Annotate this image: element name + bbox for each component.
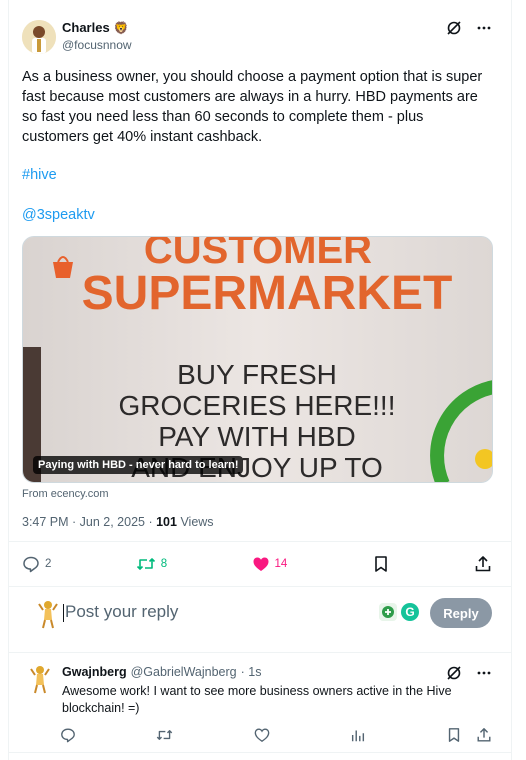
grammarly-icon[interactable]: G xyxy=(400,602,420,622)
bookmark-button[interactable] xyxy=(372,555,390,573)
comment-actions xyxy=(60,726,492,744)
comment-share-button[interactable] xyxy=(476,727,492,743)
reply-input[interactable]: Post your reply xyxy=(63,602,178,622)
post-header-actions xyxy=(446,20,492,36)
repost-button[interactable]: 8 xyxy=(136,555,167,573)
current-user-avatar[interactable] xyxy=(32,598,64,630)
grok-icon[interactable] xyxy=(446,665,462,681)
comment-secondary-actions xyxy=(446,727,492,743)
emoji-extension-icon[interactable] xyxy=(378,602,398,622)
repost-icon xyxy=(136,555,156,573)
post-text: As a business owner, you should choose a… xyxy=(22,69,483,145)
comment-bookmark-button[interactable] xyxy=(446,727,462,743)
author-avatar[interactable] xyxy=(22,20,56,54)
views-count: 101 xyxy=(156,515,177,529)
repost-icon xyxy=(157,730,173,740)
more-icon[interactable] xyxy=(476,665,492,681)
svg-text:G: G xyxy=(405,605,414,619)
comment-repost-button[interactable] xyxy=(156,727,173,743)
sign-text-main: SUPERMARKET xyxy=(82,267,453,320)
bookmark-icon xyxy=(372,555,390,573)
post-actions: 2 8 14 xyxy=(22,552,492,576)
share-icon xyxy=(474,555,492,573)
comment-time[interactable]: · 1s xyxy=(241,665,262,679)
comment-text: Awesome work! I want to see more busines… xyxy=(62,684,452,715)
sign-line-3: PAY WITH HBD xyxy=(158,421,356,452)
reply-placeholder: Post your reply xyxy=(65,602,179,621)
more-icon[interactable] xyxy=(476,20,492,36)
sign-line-2: GROCERIES HERE!!! xyxy=(119,390,396,421)
post-timestamp[interactable]: 3:47 PM · Jun 2, 2025 · xyxy=(22,515,156,529)
commenter-name[interactable]: Gwajnberg xyxy=(62,665,127,679)
divider xyxy=(8,586,512,587)
author-name[interactable]: Charles 🦁 xyxy=(62,20,129,35)
sign-line-1: BUY FRESH xyxy=(177,359,337,390)
lion-emoji: 🦁 xyxy=(113,20,129,35)
commenter-avatar[interactable] xyxy=(24,663,56,695)
heart-icon xyxy=(254,728,269,743)
comment-analytics-button[interactable] xyxy=(350,727,366,743)
heart-icon xyxy=(252,555,270,573)
comment-reply-button[interactable] xyxy=(60,727,76,743)
divider xyxy=(8,752,512,753)
post-media-video[interactable]: CUSTOMER SUPERMARKET BUY FRESH GROCERIES… xyxy=(22,236,493,483)
grok-icon[interactable] xyxy=(446,20,462,36)
post-meta: 3:47 PM · Jun 2, 2025 · 101 Views xyxy=(22,515,214,529)
reply-count: 2 xyxy=(45,558,52,570)
text-caret xyxy=(63,603,64,622)
reply-icon xyxy=(61,728,75,743)
composer-extensions: G xyxy=(378,602,420,622)
commenter-handle[interactable]: @GabrielWajnberg xyxy=(131,665,237,679)
divider xyxy=(8,652,512,653)
views-label: Views xyxy=(176,515,214,529)
comment-header-actions xyxy=(446,665,492,681)
like-button[interactable]: 14 xyxy=(252,555,288,573)
repost-count: 8 xyxy=(160,558,168,570)
author-handle[interactable]: @focusnnow xyxy=(62,38,132,52)
supermarket-sign-image: CUSTOMER SUPERMARKET BUY FRESH GROCERIES… xyxy=(23,237,492,482)
share-icon xyxy=(477,728,491,742)
comment-like-button[interactable] xyxy=(254,727,270,743)
mention-link[interactable]: @3speaktv xyxy=(22,207,95,223)
like-count: 14 xyxy=(274,558,288,570)
share-button[interactable] xyxy=(474,555,492,573)
reply-submit-button[interactable]: Reply xyxy=(430,598,492,628)
author-name-text: Charles xyxy=(62,20,110,35)
reply-icon xyxy=(22,555,40,573)
bookmark-icon xyxy=(448,728,460,742)
source-link[interactable]: From ecency.com xyxy=(22,488,109,500)
media-caption: Paying with HBD - never hard to learn! xyxy=(33,456,244,474)
hashtag-link[interactable]: #hive xyxy=(22,167,57,183)
reply-composer: Post your reply G Reply xyxy=(8,588,512,644)
reply-button[interactable]: 2 xyxy=(22,555,51,573)
analytics-icon xyxy=(351,730,364,742)
comment-header: Gwajnberg @GabrielWajnberg · 1s xyxy=(62,665,261,679)
divider xyxy=(8,541,512,542)
